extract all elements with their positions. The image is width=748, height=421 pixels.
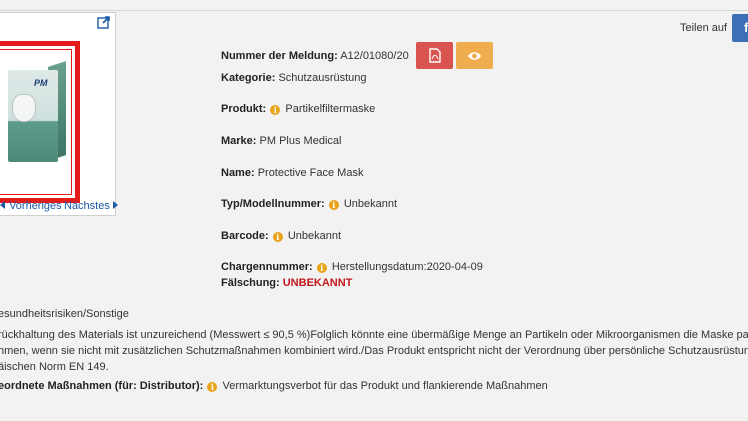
- next-link[interactable]: Nächstes: [64, 200, 119, 212]
- pdf-download-button[interactable]: [416, 42, 453, 69]
- counterfeit-value: UNBEKANNT: [282, 277, 353, 289]
- product-row: Produkt: i Partikelfiltermaske: [221, 103, 376, 115]
- top-divider: [0, 10, 748, 11]
- previous-link[interactable]: Vorheriges: [0, 200, 62, 212]
- external-link-icon[interactable]: [93, 13, 115, 33]
- mask-image: [12, 94, 36, 122]
- risk-type: esundheitsrisiken/Sonstige: [0, 308, 129, 320]
- facebook-share-button[interactable]: f: [732, 14, 748, 42]
- measures-row: eordnete Maßnahmen (für: Distributor): i…: [0, 378, 548, 394]
- batch-value: Herstellungsdatum:2020-04-09: [331, 261, 483, 273]
- category-row: Kategorie: Schutzausrüstung: [221, 72, 367, 84]
- name-value: Protective Face Mask: [257, 167, 364, 179]
- barcode-row: Barcode: i Unbekannt: [221, 230, 342, 242]
- brand-row: Marke: PM Plus Medical: [221, 135, 342, 147]
- info-icon[interactable]: i: [316, 263, 327, 273]
- risk-description-line: rückhaltung des Materials ist unzureiche…: [0, 329, 748, 341]
- model-row: Typ/Modellnummer: i Unbekannt: [221, 198, 398, 210]
- view-button[interactable]: [456, 42, 493, 69]
- counterfeit-row: Fälschung: UNBEKANNT: [221, 277, 353, 289]
- info-icon[interactable]: i: [328, 200, 339, 210]
- product-image-card: PM: [0, 12, 116, 216]
- info-icon[interactable]: i: [272, 232, 283, 242]
- model-value: Unbekannt: [343, 198, 398, 210]
- info-icon[interactable]: i: [270, 105, 281, 115]
- product-photo[interactable]: PM: [0, 41, 80, 203]
- report-number-row: Nummer der Meldung: A12/01080/20: [221, 49, 409, 63]
- barcode-value: Unbekannt: [287, 230, 342, 242]
- eye-icon: [468, 52, 481, 60]
- category-value: Schutzausrüstung: [278, 72, 367, 84]
- risk-description-line: hmen, wenn sie nicht mit zusätzlichen Sc…: [0, 345, 748, 357]
- measures-label: eordnete Maßnahmen (für: Distributor):: [0, 380, 204, 392]
- brand-logo: PM: [34, 78, 48, 88]
- share-label: Teilen auf: [680, 22, 728, 34]
- product-value: Partikelfiltermaske: [285, 103, 376, 115]
- measures-value: Vermarktungsverbot für das Produkt und f…: [222, 380, 548, 392]
- report-number-label: Nummer der Meldung:: [221, 50, 338, 62]
- risk-description-line: äischen Norm EN 149.: [0, 361, 109, 373]
- report-number-value: A12/01080/20: [340, 50, 409, 62]
- brand-value: PM Plus Medical: [259, 135, 342, 147]
- info-icon[interactable]: i: [207, 382, 218, 392]
- name-row: Name: Protective Face Mask: [221, 167, 364, 179]
- pdf-icon: [429, 48, 441, 63]
- batch-row: Chargennummer: i Herstellungsdatum:2020-…: [221, 261, 483, 273]
